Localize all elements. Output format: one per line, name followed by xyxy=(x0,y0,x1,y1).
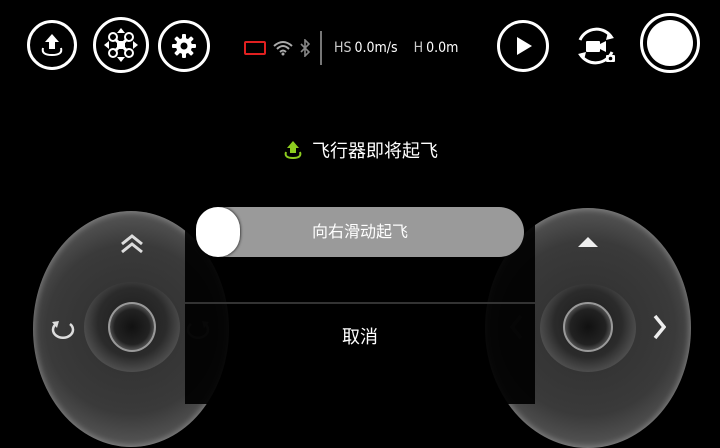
right-arrow-icon xyxy=(653,314,666,340)
camera-switch-button[interactable] xyxy=(570,20,622,72)
camera-switch-icon xyxy=(578,27,615,65)
hs-value: 0.0m/s xyxy=(354,40,398,56)
gear-icon xyxy=(172,34,196,58)
drone-icon xyxy=(104,28,138,62)
takeoff-icon xyxy=(284,141,302,160)
wifi-icon xyxy=(273,41,293,56)
takeoff-icon xyxy=(41,34,63,57)
h-value: 0.0m xyxy=(426,40,459,56)
cancel-button[interactable]: 取消 xyxy=(185,316,535,360)
rotate-left-icon xyxy=(51,321,75,339)
drone-mode-button[interactable] xyxy=(93,17,149,73)
bluetooth-icon xyxy=(300,39,310,57)
telemetry-readout: HS 0.0m/s H 0.0m xyxy=(334,40,470,56)
right-joystick-knob[interactable] xyxy=(563,302,613,352)
status-bar: HS 0.0m/s H 0.0m xyxy=(244,30,470,66)
forward-arrow-icon xyxy=(578,237,598,247)
hs-label: HS xyxy=(334,40,352,56)
status-divider xyxy=(320,31,322,65)
h-label: H xyxy=(413,40,424,56)
settings-button[interactable] xyxy=(158,20,210,72)
takeoff-prompt: 飞行器即将起飞 xyxy=(0,135,720,165)
battery-icon xyxy=(244,41,266,55)
takeoff-message: 飞行器即将起飞 xyxy=(312,141,438,162)
slide-to-takeoff-slider[interactable]: 向右滑动起飞 xyxy=(196,207,524,257)
takeoff-button[interactable] xyxy=(27,20,77,70)
dialog-divider xyxy=(185,302,535,304)
slider-thumb[interactable] xyxy=(196,207,240,257)
shutter-button[interactable] xyxy=(640,13,700,73)
play-button[interactable] xyxy=(497,20,549,72)
shutter-icon xyxy=(647,20,693,66)
left-joystick-knob[interactable] xyxy=(108,302,156,352)
play-icon xyxy=(517,37,532,55)
slider-label: 向右滑动起飞 xyxy=(311,222,408,241)
takeoff-dialog: 向右滑动起飞 取消 xyxy=(185,198,535,404)
ascend-icon xyxy=(121,234,143,254)
